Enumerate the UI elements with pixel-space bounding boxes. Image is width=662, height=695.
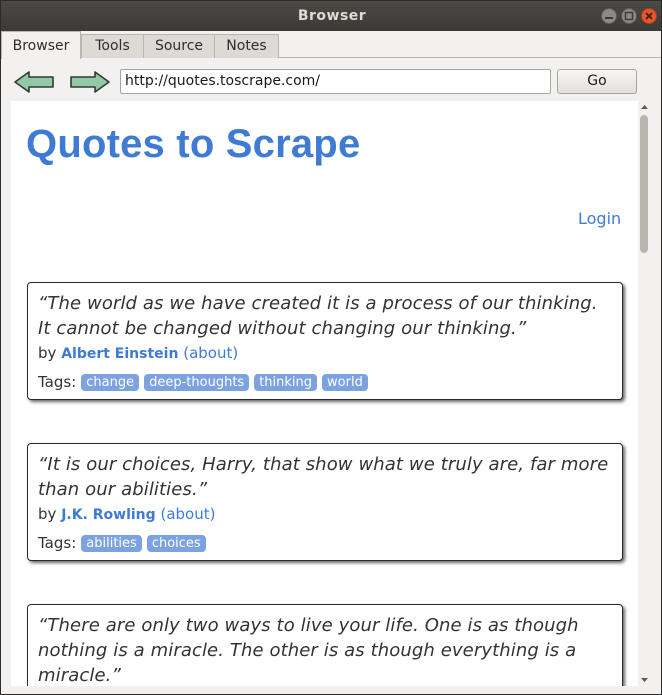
tab-tools[interactable]: Tools [81,34,144,58]
page-viewport[interactable]: Quotes to Scrape Login “The world as we … [11,101,638,686]
minimize-icon [605,17,613,19]
tab-source[interactable]: Source [143,34,215,58]
quote-text: “It is our choices, Harry, that show wha… [38,454,609,500]
maximize-button[interactable] [621,8,637,24]
quote-byline: by Albert Einstein (about) [38,344,612,362]
tag-link[interactable]: world [322,373,368,391]
maximize-icon [624,11,634,21]
title-bar[interactable]: Browser [1,1,661,31]
quote-byline: by J.K. Rowling (about) [38,505,612,523]
quote-card: “The world as we have created it is a pr… [27,282,623,400]
by-label: by [38,344,57,362]
right-arrow-icon [70,71,110,93]
author-name: Albert Einstein [61,346,179,362]
quote-card: “It is our choices, Harry, that show wha… [27,443,623,561]
by-label: by [38,505,57,523]
tags-row: Tags: change deep-thoughts thinking worl… [38,373,612,391]
tab-bar: Browser Tools Source Notes [1,31,661,59]
tab-notes[interactable]: Notes [214,34,279,58]
tags-label: Tags: [38,534,77,552]
browser-window: Browser Browser Tools Source Notes http:… [0,0,662,695]
tab-browser[interactable]: Browser [1,31,81,59]
author-name: J.K. Rowling [61,507,156,523]
scroll-up-icon[interactable] [640,103,649,111]
window-title: Browser [297,8,367,24]
toolbar: http://quotes.toscrape.com/ Go [1,59,661,101]
minimize-button[interactable] [601,8,617,24]
quote-card: “There are only two ways to live your li… [27,604,623,686]
tags-label: Tags: [38,373,77,391]
tag-link[interactable]: choices [146,534,206,552]
back-button[interactable] [13,70,55,94]
close-icon [645,12,653,20]
tags-row: Tags: abilities choices [38,534,612,552]
login-link[interactable]: Login [578,209,621,228]
site-title[interactable]: Quotes to Scrape [26,122,360,167]
about-link[interactable]: (about) [183,344,238,362]
about-link[interactable]: (about) [160,505,215,523]
quote-text: “The world as we have created it is a pr… [38,293,598,339]
url-input[interactable]: http://quotes.toscrape.com/ [120,69,551,94]
tag-link[interactable]: thinking [254,373,318,391]
scroll-down-icon[interactable] [640,676,649,684]
quote-text: “There are only two ways to live your li… [38,615,579,686]
tag-link[interactable]: abilities [81,534,142,552]
left-arrow-icon [14,71,54,93]
tag-link[interactable]: change [81,373,140,391]
vertical-scrollbar[interactable] [638,101,651,686]
tag-link[interactable]: deep-thoughts [144,373,250,391]
forward-button[interactable] [69,70,111,94]
go-button[interactable]: Go [557,69,637,94]
close-button[interactable] [641,8,657,24]
scrollbar-thumb[interactable] [640,115,648,253]
